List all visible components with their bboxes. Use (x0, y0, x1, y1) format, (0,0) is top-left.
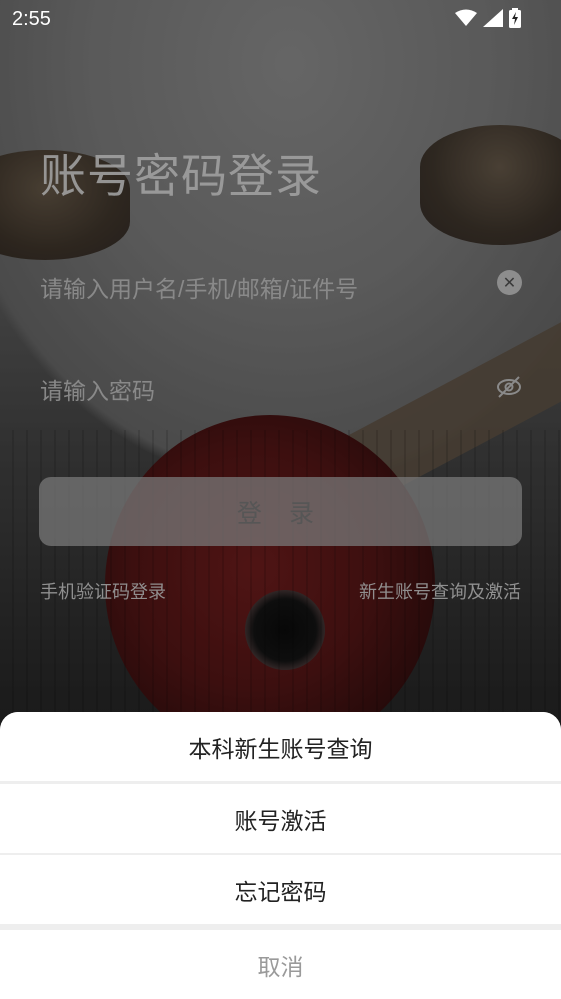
login-button[interactable]: 登 录 (39, 477, 522, 546)
password-placeholder: 请输入密码 (40, 378, 155, 404)
wifi-icon (455, 9, 477, 31)
eye-off-icon[interactable] (496, 374, 522, 400)
clear-icon[interactable]: ✕ (497, 270, 522, 295)
status-bar: 2:55 (0, 0, 561, 38)
page-title: 账号密码登录 (40, 150, 322, 202)
username-placeholder: 请输入用户名/手机/邮箱/证件号 (40, 276, 359, 302)
sheet-item-undergrad-query[interactable]: 本科新生账号查询 (0, 712, 561, 781)
password-field[interactable]: 请输入密码 (40, 360, 522, 420)
sms-login-link[interactable]: 手机验证码登录 (40, 578, 166, 604)
status-icons (455, 8, 521, 32)
username-field[interactable]: 请输入用户名/手机/邮箱/证件号 ✕ (40, 258, 522, 318)
status-time: 2:55 (12, 8, 51, 30)
activate-account-link[interactable]: 新生账号查询及激活 (359, 578, 521, 604)
bottom-sheet: 本科新生账号查询 账号激活 忘记密码 取消 (0, 712, 561, 999)
sheet-cancel-button[interactable]: 取消 (0, 930, 561, 999)
sheet-item-forgot-password[interactable]: 忘记密码 (0, 855, 561, 924)
battery-charging-icon (509, 8, 521, 32)
sheet-item-activate[interactable]: 账号激活 (0, 784, 561, 853)
signal-icon (483, 9, 503, 31)
